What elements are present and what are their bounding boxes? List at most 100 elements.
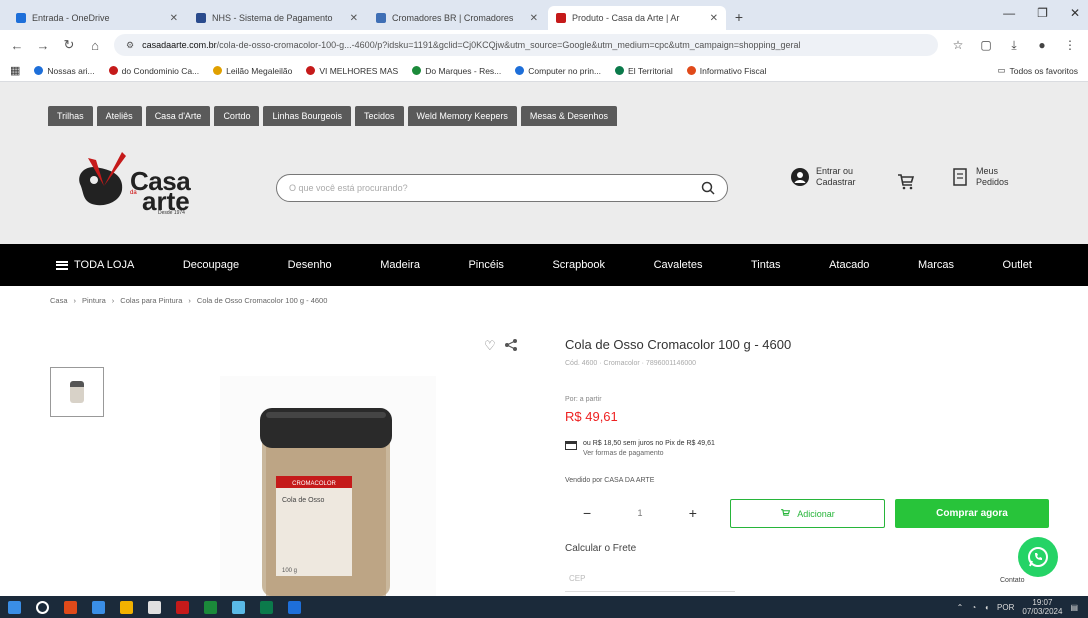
bookmark[interactable]: Nossas ari... — [34, 66, 95, 76]
add-to-cart-button[interactable]: Adicionar — [730, 499, 885, 528]
taskbar-app-icon[interactable] — [148, 600, 161, 614]
search-taskbar-icon[interactable] — [36, 600, 49, 614]
star-icon[interactable]: ☆ — [950, 38, 966, 52]
heart-icon[interactable]: ♡ — [484, 338, 496, 354]
cep-input[interactable]: CEP — [565, 568, 735, 592]
url-field[interactable]: ⚙ casadaarte.com.br /cola-de-osso-cromac… — [114, 34, 938, 56]
whatsapp-icon — [1028, 547, 1048, 567]
qty-plus-button[interactable]: + — [689, 505, 697, 521]
price-prefix: Por: a partir — [565, 396, 602, 403]
bookmark[interactable]: do Condominio Ca... — [108, 66, 199, 76]
apps-grid-icon[interactable]: ▦ — [10, 64, 20, 77]
maximize-icon[interactable]: ❐ — [1037, 6, 1048, 20]
category-item[interactable]: TODA LOJA — [56, 259, 134, 271]
folder-icon: ▭ — [997, 65, 1006, 75]
close-icon[interactable]: ✕ — [530, 13, 538, 24]
start-icon[interactable] — [8, 600, 21, 614]
bookmark[interactable]: Computer no prin... — [515, 66, 601, 76]
language-indicator[interactable]: POR — [997, 603, 1014, 612]
search-icon[interactable] — [701, 181, 715, 195]
category-item[interactable]: Tintas — [751, 259, 781, 271]
browser-tab[interactable]: Cromadores BR | Cromadores ✕ — [368, 6, 546, 30]
reload-icon[interactable]: ↻ — [62, 37, 76, 53]
tab-favicon — [16, 13, 26, 23]
bookmark[interactable]: VI MELHORES MAS — [306, 66, 398, 76]
store-tab[interactable]: Mesas & Desenhos — [520, 106, 617, 126]
home-icon[interactable]: ⌂ — [88, 38, 102, 53]
share-icon[interactable] — [504, 338, 518, 352]
orders-icon — [953, 168, 967, 186]
product-thumbnail[interactable] — [50, 367, 104, 417]
all-bookmarks[interactable]: ▭ Todos os favoritos — [997, 65, 1078, 76]
bookmark-favicon — [686, 66, 696, 75]
breadcrumb-item[interactable]: Pintura — [82, 296, 106, 305]
taskbar-app-icon[interactable] — [288, 600, 301, 614]
store-tab[interactable]: Ateliês — [96, 106, 142, 126]
download-icon[interactable]: ⤓ — [1006, 38, 1022, 53]
notifications-icon[interactable]: ▤ — [1070, 603, 1078, 612]
category-item[interactable]: Atacado — [829, 259, 869, 271]
taskbar-app-icon[interactable] — [92, 600, 105, 614]
close-icon[interactable]: ✕ — [710, 13, 718, 24]
taskbar-app-icon[interactable] — [120, 600, 133, 614]
taskbar-app-icon[interactable] — [260, 600, 273, 614]
bookmark[interactable]: Informativo Fiscal — [686, 66, 766, 76]
side-panel-icon[interactable]: ▢ — [978, 38, 994, 52]
store-tab[interactable]: Trilhas — [48, 106, 93, 126]
taskbar-app-icon[interactable] — [204, 600, 217, 614]
tray-up-icon[interactable]: ⌃ — [957, 603, 964, 612]
qty-minus-button[interactable]: − — [583, 505, 591, 521]
store-tab[interactable]: Casa d'Arte — [145, 106, 211, 126]
store-tab[interactable]: Linhas Bourgeois — [263, 106, 352, 126]
url-path: /cola-de-osso-cromacolor-100-g...-4600/p… — [216, 40, 801, 50]
close-icon[interactable]: ✕ — [170, 13, 178, 24]
bookmark[interactable]: El Territorial — [615, 66, 673, 76]
category-item[interactable]: Cavaletes — [654, 259, 703, 271]
category-item[interactable]: Scrapbook — [552, 259, 605, 271]
forward-icon[interactable]: → — [36, 38, 50, 53]
bookmark[interactable]: Do Marques - Res... — [412, 66, 501, 76]
whatsapp-button[interactable] — [1018, 537, 1058, 577]
orders-link[interactable]: Meus Pedidos — [952, 166, 1020, 188]
category-item[interactable]: Pincéis — [468, 259, 503, 271]
store-tab[interactable]: Weld Memory Keepers — [407, 106, 517, 126]
minimize-icon[interactable]: — — [1003, 6, 1015, 20]
category-item[interactable]: Marcas — [918, 259, 954, 271]
category-item[interactable]: Madeira — [380, 259, 420, 271]
breadcrumb-item[interactable]: Casa — [50, 296, 68, 305]
menu-icon[interactable]: ⋮ — [1062, 38, 1078, 52]
store-tab[interactable]: Cortdo — [214, 106, 260, 126]
taskbar-app-icon[interactable] — [176, 600, 189, 614]
close-icon[interactable]: ✕ — [350, 13, 358, 24]
network-icon[interactable]: ◔ — [971, 603, 976, 612]
account-label: Entrar ou Cadastrar — [816, 166, 856, 187]
category-item[interactable]: Outlet — [1003, 259, 1032, 271]
site-logo[interactable]: Casa da arte Desde 1974 — [74, 148, 214, 216]
category-item[interactable]: Desenho — [288, 259, 332, 271]
store-tab[interactable]: Tecidos — [355, 106, 404, 126]
close-window-icon[interactable]: ✕ — [1070, 6, 1080, 20]
buy-now-button[interactable]: Comprar agora — [895, 499, 1049, 528]
payment-options-link[interactable]: Ver formas de pagamento — [583, 450, 715, 457]
new-tab-button[interactable]: + — [728, 6, 750, 28]
task-view-icon[interactable] — [64, 600, 77, 614]
tab-favicon — [376, 13, 386, 23]
account-link[interactable]: Entrar ou Cadastrar — [790, 166, 876, 188]
qty-value[interactable]: 1 — [637, 508, 642, 518]
browser-tab[interactable]: Entrada - OneDrive ✕ — [8, 6, 186, 30]
browser-tab-active[interactable]: Produto - Casa da Arte | Ar ✕ — [548, 6, 726, 30]
profile-icon[interactable]: ● — [1034, 38, 1050, 52]
taskbar-app-icon[interactable] — [232, 600, 245, 614]
site-info-icon[interactable]: ⚙ — [126, 40, 134, 51]
browser-tab[interactable]: NHS - Sistema de Pagamento ✕ — [188, 6, 366, 30]
clock[interactable]: 19:07 07/03/2024 — [1022, 598, 1062, 616]
back-icon[interactable]: ← — [10, 38, 24, 53]
search-placeholder: O que você está procurando? — [289, 183, 408, 193]
cart-icon[interactable] — [896, 172, 916, 192]
category-item[interactable]: Decoupage — [183, 259, 239, 271]
volume-icon[interactable]: ◖ — [984, 603, 989, 612]
bookmark[interactable]: Leilão Megaleilão — [213, 66, 292, 76]
breadcrumb-item[interactable]: Colas para Pintura — [120, 296, 182, 305]
jar-weight-label: 100 g — [282, 568, 297, 574]
search-input[interactable]: O que você está procurando? — [276, 174, 728, 202]
